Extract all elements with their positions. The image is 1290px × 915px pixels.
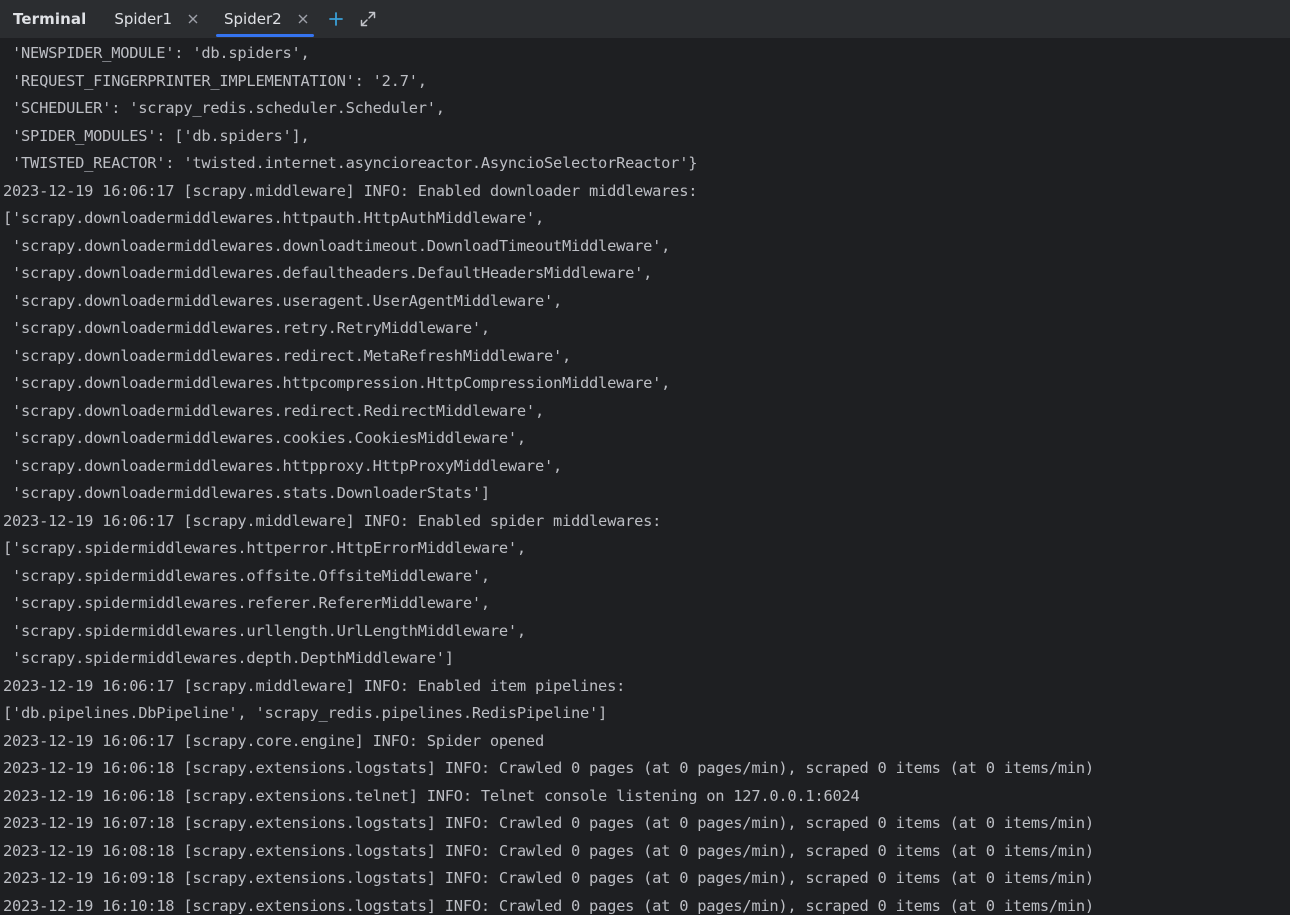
close-icon[interactable] — [184, 10, 202, 28]
terminal-tab-bar: Terminal Spider1 Spider2 — [0, 0, 1290, 38]
terminal-line: 'scrapy.spidermiddlewares.urllength.UrlL… — [3, 621, 526, 640]
new-tab-button[interactable] — [320, 0, 352, 38]
terminal-line: 2023-12-19 16:10:18 [scrapy.extensions.l… — [3, 896, 1094, 915]
terminal-line: 'scrapy.downloadermiddlewares.cookies.Co… — [3, 429, 526, 447]
terminal-line: 'scrapy.spidermiddlewares.depth.DepthMid… — [3, 649, 454, 667]
expand-icon — [360, 11, 375, 27]
tab-spider1[interactable]: Spider1 — [100, 0, 210, 38]
tool-window-title: Terminal — [13, 10, 87, 28]
terminal-line: 'scrapy.downloadermiddlewares.stats.Down… — [3, 484, 490, 502]
terminal-line: 2023-12-19 16:06:18 [scrapy.extensions.t… — [3, 786, 860, 805]
terminal-line: 'scrapy.downloadermiddlewares.defaulthea… — [3, 264, 653, 282]
terminal-line: ['scrapy.downloadermiddlewares.httpauth.… — [3, 209, 544, 227]
terminal-line: 'REQUEST_FINGERPRINTER_IMPLEMENTATION': … — [3, 71, 427, 90]
terminal-output[interactable]: 'NEWSPIDER_MODULE': 'db.spiders', 'REQUE… — [0, 38, 1290, 915]
terminal-line: 'SCHEDULER': 'scrapy_redis.scheduler.Sch… — [3, 99, 445, 117]
terminal-line: 'scrapy.downloadermiddlewares.retry.Retr… — [3, 319, 490, 337]
tab-label: Spider1 — [114, 10, 172, 28]
terminal-line: 'scrapy.downloadermiddlewares.httpcompre… — [3, 374, 671, 392]
terminal-line: 'scrapy.downloadermiddlewares.redirect.R… — [3, 401, 544, 420]
terminal-line: 'NEWSPIDER_MODULE': 'db.spiders', — [3, 44, 310, 62]
terminal-line: 2023-12-19 16:09:18 [scrapy.extensions.l… — [3, 869, 1094, 887]
terminal-line: 2023-12-19 16:07:18 [scrapy.extensions.l… — [3, 814, 1094, 832]
terminal-line: 2023-12-19 16:06:17 [scrapy.middleware] … — [3, 511, 662, 530]
terminal-line: 2023-12-19 16:06:18 [scrapy.extensions.l… — [3, 759, 1094, 777]
terminal-line: 2023-12-19 16:06:17 [scrapy.middleware] … — [3, 181, 698, 200]
terminal-line: 'TWISTED_REACTOR': 'twisted.internet.asy… — [3, 154, 698, 172]
terminal-line: 'scrapy.downloadermiddlewares.useragent.… — [3, 291, 562, 310]
plus-icon — [328, 12, 343, 26]
maximize-button[interactable] — [352, 0, 384, 38]
close-icon[interactable] — [294, 10, 312, 28]
terminal-line: 'scrapy.spidermiddlewares.offsite.Offsit… — [3, 566, 490, 585]
terminal-line: 'SPIDER_MODULES': ['db.spiders'], — [3, 126, 310, 145]
terminal-line: 'scrapy.spidermiddlewares.referer.Refere… — [3, 594, 490, 612]
terminal-line: ['db.pipelines.DbPipeline', 'scrapy_redi… — [3, 704, 608, 722]
terminal-line: 'scrapy.downloadermiddlewares.httpproxy.… — [3, 456, 562, 475]
tab-spider2[interactable]: Spider2 — [210, 0, 320, 38]
terminal-line: ['scrapy.spidermiddlewares.httperror.Htt… — [3, 539, 526, 557]
tab-label: Spider2 — [224, 10, 282, 28]
terminal-line: 2023-12-19 16:06:17 [scrapy.middleware] … — [3, 676, 626, 695]
terminal-line: 2023-12-19 16:08:18 [scrapy.extensions.l… — [3, 841, 1094, 860]
terminal-line: 2023-12-19 16:06:17 [scrapy.core.engine]… — [3, 731, 544, 750]
terminal-line: 'scrapy.downloadermiddlewares.redirect.M… — [3, 346, 572, 365]
terminal-line: 'scrapy.downloadermiddlewares.downloadti… — [3, 236, 671, 255]
